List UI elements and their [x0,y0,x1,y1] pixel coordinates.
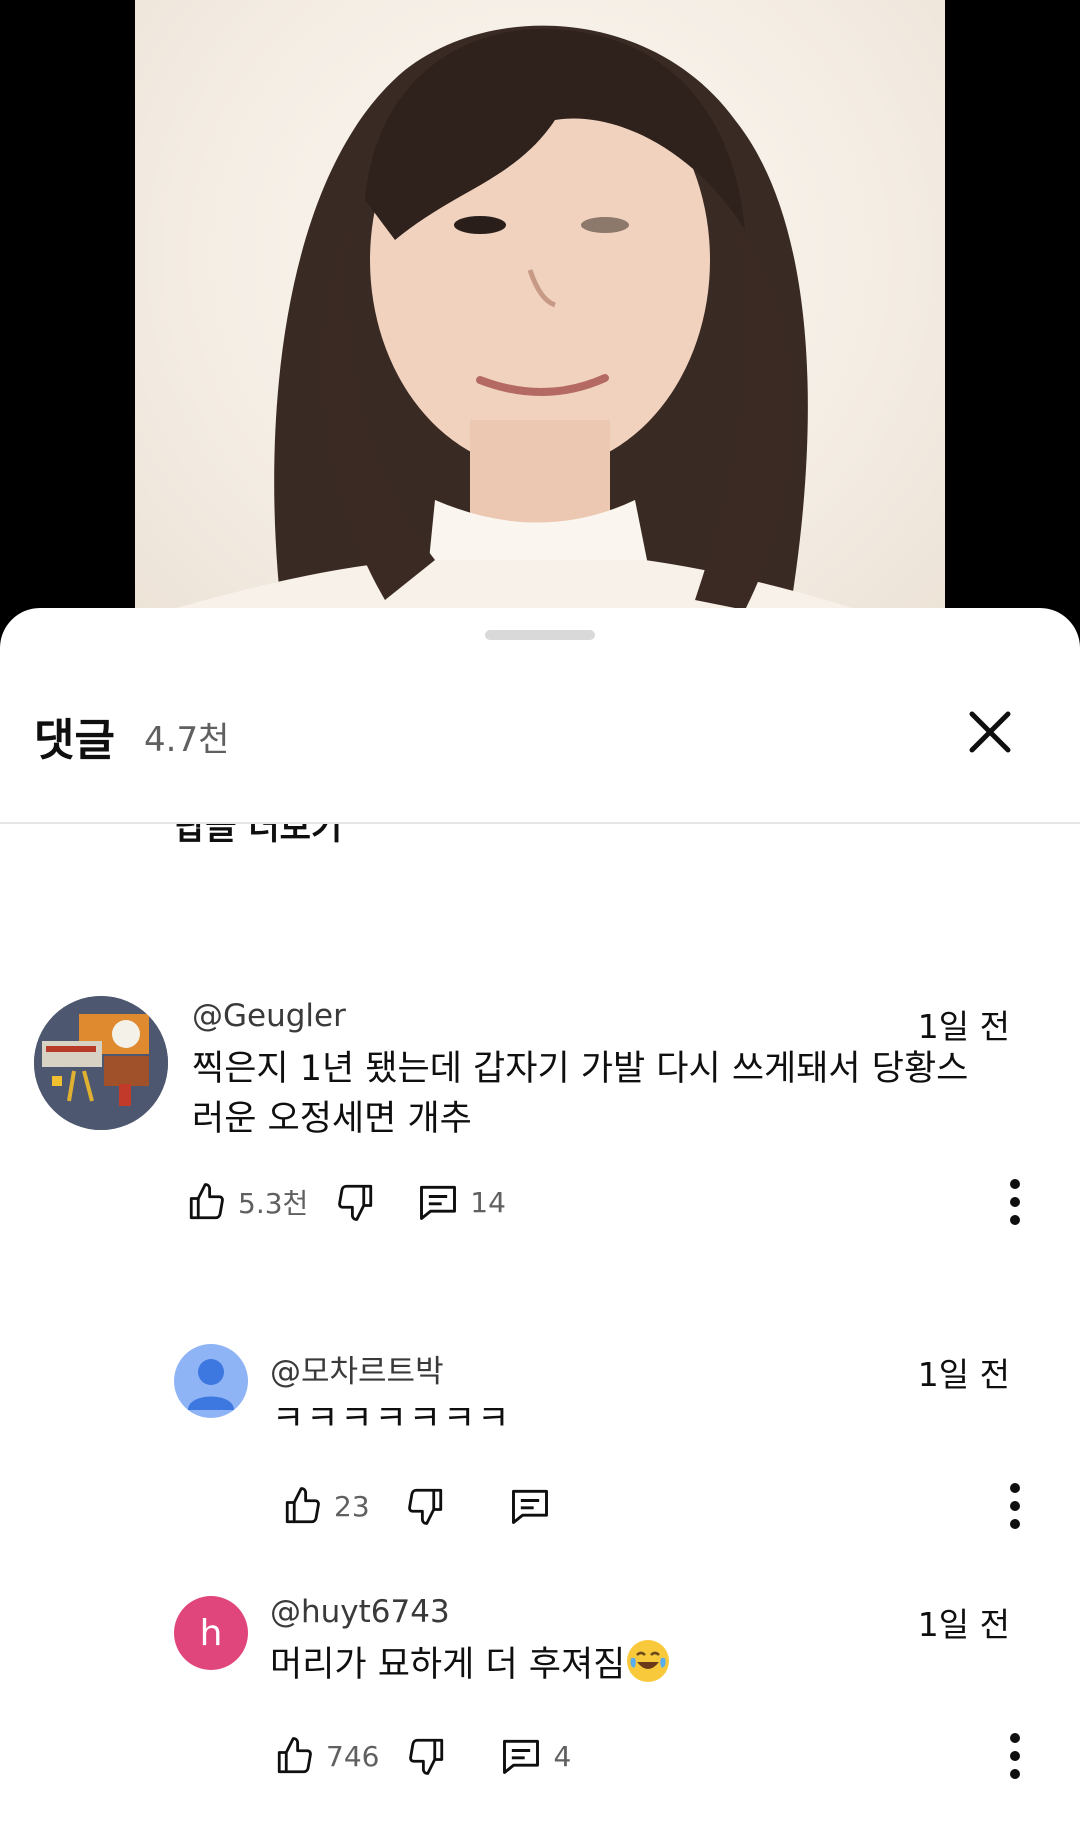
thumbs-down-icon [407,1488,442,1525]
more-options-button[interactable] [1000,1726,1030,1786]
more-vertical-icon [1010,1733,1020,1779]
laughing-tears-emoji-icon [627,1640,670,1682]
dislike-button[interactable] [405,1735,447,1777]
comment-text-line: 찍은지 1년 됐는데 갑자기 가발 다시 쓰게돼서 당황스 [192,1049,969,1089]
reply-button[interactable]: 4 [499,1734,571,1778]
comments-sheet: 댓글 4.7천 답글 더보기 @Geugler 1일 전 찍은지 1년 됐는데 … [0,608,1080,1828]
reply-count: 14 [470,1185,506,1219]
comment-count: 4.7천 [144,720,230,760]
reply-item: h @huyt6743 1일 전 머리가 묘하게 더 후져짐 746 4 [0,1592,1080,1828]
thumbs-down-icon [409,1738,444,1775]
close-icon [969,711,1011,753]
like-button[interactable]: 5.3천 [186,1181,308,1223]
reply-comment-icon [511,1489,548,1524]
more-options-button[interactable] [1000,1172,1030,1232]
close-button[interactable] [962,704,1018,760]
like-count: 5.3천 [238,1187,309,1220]
like-button[interactable]: 23 [282,1485,370,1527]
thumbs-down-icon [338,1184,373,1221]
comment-list[interactable]: 답글 더보기 @Geugler 1일 전 찍은지 1년 됐는데 갑자기 가발 다… [0,824,1080,1828]
comment-text: 머리가 묘하게 더 후져짐 [270,1640,670,1690]
like-count: 746 [326,1739,380,1773]
comment-actions: 23 [282,1476,552,1536]
thumbs-up-icon [277,1737,312,1774]
more-options-button[interactable] [1000,1476,1030,1536]
drag-handle[interactable] [485,630,595,640]
comment-author[interactable]: @huyt6743 [270,1594,450,1630]
thumbs-up-icon [285,1487,320,1524]
comment-text: 찍은지 1년 됐는데 갑자기 가발 다시 쓰게돼서 당황스 러운 오정세면 개추 [192,1044,968,1144]
comment-time: 1일 전 [917,1605,1010,1644]
dislike-button[interactable] [334,1181,376,1223]
comment-text-line: 러운 오정세면 개추 [192,1099,472,1139]
more-vertical-icon [1010,1483,1020,1529]
reply-button[interactable] [508,1484,552,1528]
comment-actions: 5.3천 14 [186,1172,506,1232]
avatar-letter: h [199,1612,223,1654]
comment-author[interactable]: @모차르트박 [270,1346,444,1391]
thumbs-up-icon [189,1183,224,1220]
reply-comment-icon [420,1185,457,1220]
like-button[interactable]: 746 [274,1735,379,1777]
sheet-title: 댓글 [34,715,115,766]
reply-button[interactable]: 14 [416,1180,506,1224]
avatar[interactable] [174,1344,248,1418]
show-more-replies-link[interactable]: 답글 더보기 [174,824,342,849]
video-still-portrait [135,25,945,640]
video-player[interactable] [0,0,1080,640]
comment-time: 1일 전 [917,1007,1010,1046]
comment-time: 1일 전 [917,1355,1010,1394]
comment-actions: 746 4 [274,1726,571,1786]
dislike-button[interactable] [404,1485,446,1527]
default-user-icon [188,1359,234,1410]
video-frame [135,0,945,640]
like-count: 23 [334,1489,370,1523]
comment-author[interactable]: @Geugler [192,998,346,1034]
comment-text: ㅋㅋㅋㅋㅋㅋㅋ [272,1399,512,1439]
comment-text-body: 머리가 묘하게 더 후져짐 [270,1645,626,1685]
reply-item: @모차르트박 1일 전 ㅋㅋㅋㅋㅋㅋㅋ 23 [0,1344,1080,1584]
reply-comment-icon [503,1739,540,1774]
more-vertical-icon [1010,1179,1020,1225]
avatar-pixel-art-image [34,996,168,1130]
comment-item: @Geugler 1일 전 찍은지 1년 됐는데 갑자기 가발 다시 쓰게돼서 … [0,994,1080,1294]
avatar[interactable] [34,996,168,1130]
reply-count: 4 [553,1739,572,1773]
avatar[interactable]: h [174,1596,248,1670]
